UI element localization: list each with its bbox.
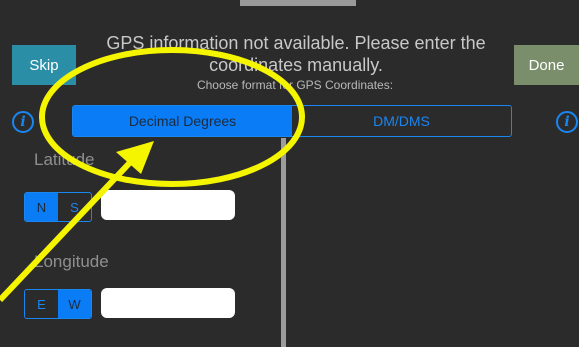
info-icon[interactable]: i — [12, 111, 34, 133]
longitude-direction-selector: E W — [24, 289, 92, 319]
gps-unavailable-message: GPS information not available. Please en… — [106, 33, 486, 75]
longitude-east-option[interactable]: E — [25, 290, 58, 318]
info-icon[interactable]: i — [556, 111, 578, 133]
latitude-label: Latitude — [34, 150, 95, 169]
latitude-north-option[interactable]: N — [25, 193, 58, 221]
latitude-direction-selector: N S — [24, 192, 92, 222]
skip-button[interactable]: Skip — [12, 45, 76, 85]
panel-divider — [281, 138, 286, 347]
format-option-dm-dms[interactable]: DM/DMS — [292, 106, 511, 136]
coordinate-format-selector: Decimal Degrees DM/DMS — [72, 105, 512, 137]
format-prompt: Choose format for GPS Coordinates: — [196, 78, 394, 92]
longitude-input[interactable] — [101, 288, 235, 318]
done-button[interactable]: Done — [514, 45, 579, 85]
longitude-label: Longitude — [34, 252, 109, 271]
top-tab-indicator — [240, 0, 356, 6]
latitude-input[interactable] — [101, 190, 235, 220]
format-option-decimal-degrees[interactable]: Decimal Degrees — [73, 106, 292, 136]
longitude-west-option[interactable]: W — [58, 290, 91, 318]
latitude-south-option[interactable]: S — [58, 193, 91, 221]
gps-coordinates-screen: Skip Done GPS information not available.… — [0, 0, 579, 347]
